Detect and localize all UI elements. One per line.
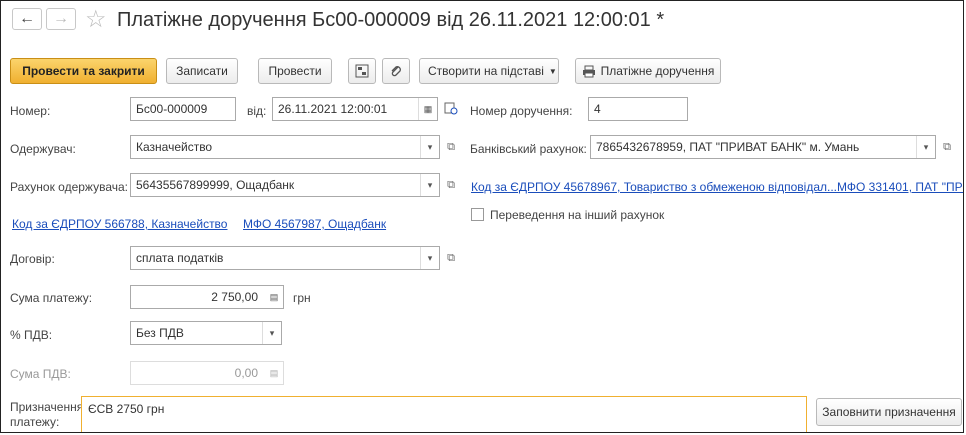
arrow-right-icon: → xyxy=(53,10,69,27)
calculator-icon: ▤ xyxy=(265,362,283,384)
fill-purpose-button[interactable]: Заповнити призначення xyxy=(816,398,962,426)
calculator-icon[interactable]: ▤ xyxy=(265,286,283,308)
chevron-down-icon[interactable]: ▾ xyxy=(420,247,439,269)
number-label: Номер: xyxy=(10,104,51,118)
own-edrpou-link[interactable]: Код за ЄДРПОУ 45678967, Товариство з обм… xyxy=(471,180,837,194)
date-value: 26.11.2021 12:00:01 xyxy=(278,102,388,116)
vat-amount-value: 0,00 xyxy=(234,366,258,380)
vat-amount-label: Сума ПДВ: xyxy=(10,367,71,381)
arrow-left-icon: ← xyxy=(19,10,35,27)
print-payment-order-label: Платіжне доручення xyxy=(600,64,715,78)
post-and-close-button[interactable]: Провести та закрити xyxy=(10,58,157,84)
document-title: Платіжне доручення Бс00-000009 від 26.11… xyxy=(117,9,665,31)
printer-icon xyxy=(582,65,595,77)
recipient-value: Казначейство xyxy=(136,140,213,154)
number-input[interactable]: Бс00-000009 xyxy=(130,97,236,121)
bank-account-value: 7865432678959, ПАТ "ПРИВАТ БАНК" м. Уман… xyxy=(596,140,860,154)
order-number-input[interactable]: 4 xyxy=(588,97,688,121)
transfer-other-account-checkbox[interactable] xyxy=(471,208,484,221)
chevron-down-icon[interactable]: ▾ xyxy=(420,136,439,158)
open-recipient-account-icon[interactable]: ⧉ xyxy=(444,174,458,196)
forward-button[interactable]: → xyxy=(46,8,76,30)
date-input[interactable]: 26.11.2021 12:00:01 ▦ xyxy=(272,97,438,121)
paperclip-icon xyxy=(391,66,401,77)
open-recipient-icon[interactable]: ⧉ xyxy=(444,136,458,158)
recipient-label: Одержувач: xyxy=(10,142,76,156)
vat-rate-value: Без ПДВ xyxy=(136,326,184,340)
calendar-icon[interactable]: ▦ xyxy=(418,98,437,120)
own-mfo-link[interactable]: МФО 331401, ПАТ "ПРИ xyxy=(837,180,963,194)
amount-label: Сума платежу: xyxy=(10,291,93,305)
recipient-account-value: 56435567899999, Ощадбанк xyxy=(136,178,295,192)
create-based-on-dropdown[interactable]: Створити на підставі ▼ xyxy=(419,58,559,84)
purpose-textarea[interactable]: ЄСВ 2750 грн xyxy=(81,396,807,432)
recipient-mfo-link[interactable]: МФО 4567987, Ощадбанк xyxy=(243,217,386,231)
order-number-label: Номер доручення: xyxy=(470,104,573,118)
recipient-account-label: Рахунок одержувача: xyxy=(10,180,128,194)
amount-value: 2 750,00 xyxy=(211,290,258,304)
contract-label: Договір: xyxy=(10,252,55,266)
vat-amount-input: 0,00 ▤ xyxy=(130,361,284,385)
vat-rate-select[interactable]: Без ПДВ ▾ xyxy=(130,321,282,345)
bank-account-label: Банківський рахунок: xyxy=(470,142,587,156)
purpose-label: Призначення платежу: xyxy=(10,400,84,429)
date-label: від: xyxy=(247,104,267,118)
back-button[interactable]: ← xyxy=(12,8,42,30)
set-time-button[interactable] xyxy=(444,101,458,115)
bank-account-select[interactable]: 7865432678959, ПАТ "ПРИВАТ БАНК" м. Уман… xyxy=(590,135,936,159)
document-time-icon xyxy=(444,102,458,115)
attach-button[interactable] xyxy=(382,58,410,84)
amount-input[interactable]: 2 750,00 ▤ xyxy=(130,285,284,309)
recipient-account-select[interactable]: 56435567899999, Ощадбанк ▾ xyxy=(130,173,440,197)
chevron-down-icon[interactable]: ▾ xyxy=(916,136,935,158)
contract-value: сплата податків xyxy=(136,251,224,265)
save-button[interactable]: Записати xyxy=(166,58,238,84)
document-structure-icon xyxy=(355,64,369,78)
favorite-star-icon[interactable]: ☆ xyxy=(85,5,107,34)
open-bank-account-icon[interactable]: ⧉ xyxy=(940,136,954,158)
vat-rate-label: % ПДВ: xyxy=(10,328,53,342)
document-window: ← → ☆ Платіжне доручення Бс00-000009 від… xyxy=(0,0,964,433)
contract-select[interactable]: сплата податків ▾ xyxy=(130,246,440,270)
create-based-on-label: Створити на підставі xyxy=(428,64,544,78)
chevron-down-icon[interactable]: ▾ xyxy=(420,174,439,196)
purpose-value: ЄСВ 2750 грн xyxy=(88,402,165,416)
transfer-other-account-label: Переведення на інший рахунок xyxy=(490,208,665,222)
open-contract-icon[interactable]: ⧉ xyxy=(444,247,458,269)
post-button[interactable]: Провести xyxy=(258,58,332,84)
recipient-select[interactable]: Казначейство ▾ xyxy=(130,135,440,159)
structure-button[interactable] xyxy=(348,58,376,84)
print-payment-order-button[interactable]: Платіжне доручення xyxy=(575,58,721,84)
chevron-down-icon: ▼ xyxy=(548,66,557,76)
recipient-edrpou-link[interactable]: Код за ЄДРПОУ 566788, Казначейство xyxy=(12,217,227,231)
currency-label: грн xyxy=(293,291,311,305)
chevron-down-icon[interactable]: ▾ xyxy=(262,322,281,344)
